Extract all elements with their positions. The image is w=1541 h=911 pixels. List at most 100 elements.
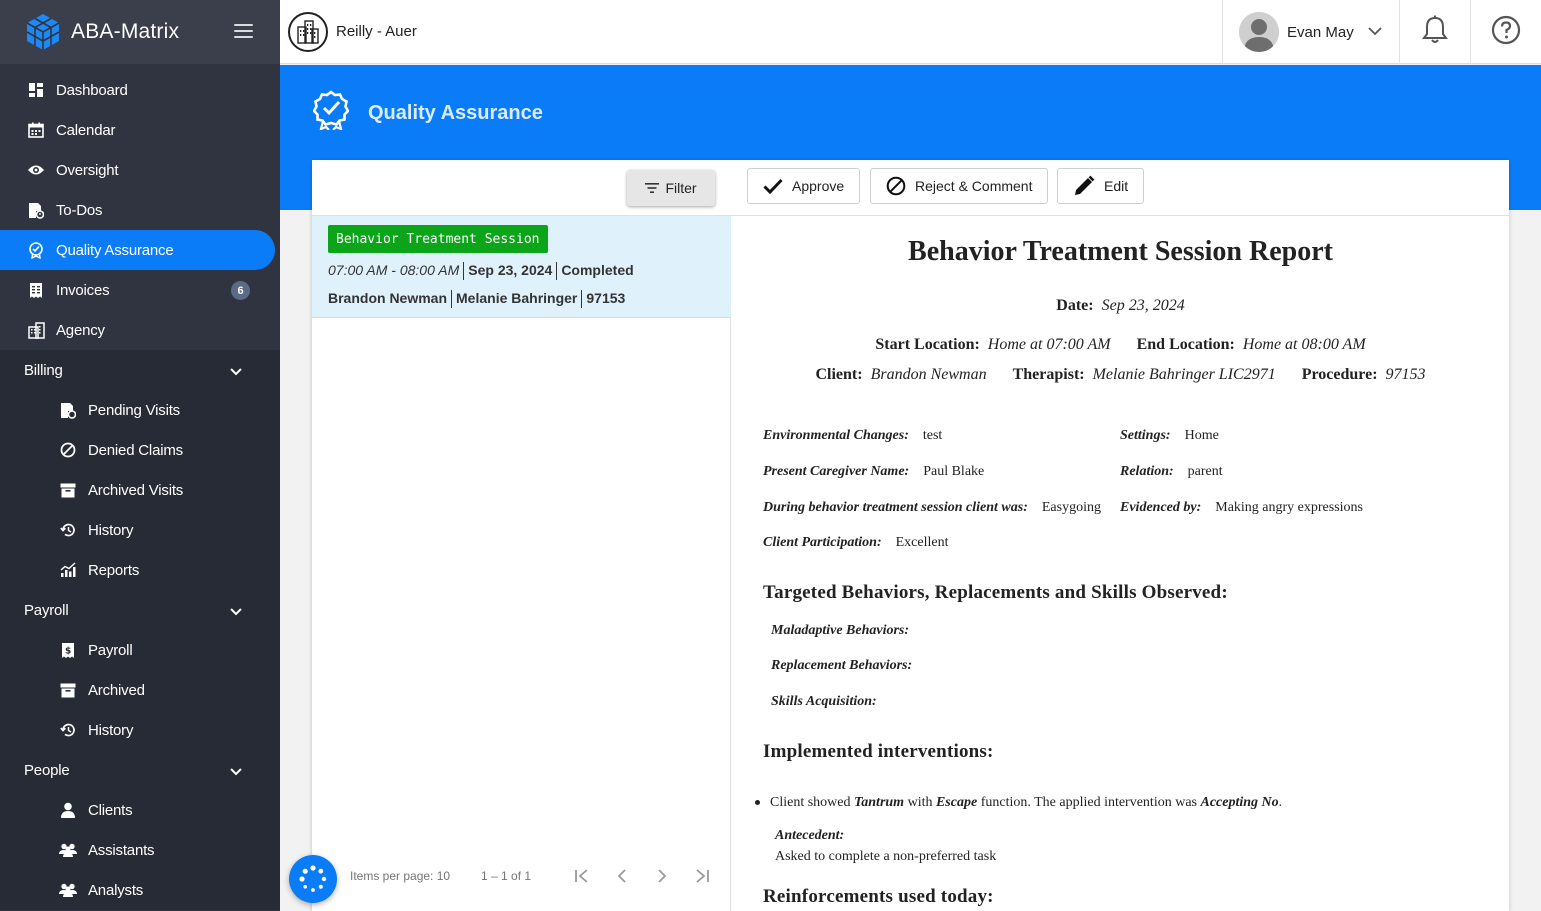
qa-panel: Filter Approve Reject & Comment Edit Beh… (312, 160, 1509, 911)
nav-label: To-Dos (56, 201, 103, 219)
nav-clients[interactable]: Clients (0, 790, 280, 830)
last-page-icon[interactable] (691, 865, 713, 887)
nav-label: Pending Visits (88, 401, 180, 419)
nav-assistants[interactable]: Assistants (0, 830, 280, 870)
antecedent-label: Antecedent: (775, 828, 845, 843)
environment-field: Environmental Changes: test (763, 428, 942, 444)
nav-payroll-history[interactable]: History (0, 710, 280, 750)
help-button[interactable] (1471, 0, 1541, 64)
nav-analysts[interactable]: Analysts (0, 870, 280, 910)
list-item[interactable]: Behavior Treatment Session 07:00 AM - 08… (312, 216, 731, 318)
topbar: Reilly - Auer Evan May (280, 0, 1541, 64)
first-page-icon[interactable] (571, 865, 593, 887)
menu-toggle-icon[interactable] (234, 24, 253, 38)
nav-label: Calendar (56, 121, 116, 139)
calendar-icon (26, 120, 46, 140)
session-list: Behavior Treatment Session 07:00 AM - 08… (312, 216, 731, 911)
nav-label: History (88, 521, 134, 539)
session-code: 97153 (586, 290, 626, 306)
nav-pending-visits[interactable]: Pending Visits (0, 390, 280, 430)
avatar (1239, 12, 1279, 52)
nav-payroll-archived[interactable]: Archived (0, 670, 280, 710)
therapist-label: Therapist: (1012, 366, 1085, 383)
approve-button[interactable]: Approve (747, 168, 861, 204)
nav-dashboard[interactable]: Dashboard (0, 70, 280, 110)
field-label: Evidenced by: (1120, 500, 1202, 515)
nav-label: Quality Assurance (56, 241, 174, 259)
intervention-name: Accepting No (1200, 795, 1279, 810)
end-location-value: Home at 08:00 AM (1242, 336, 1366, 353)
nav-denied-claims[interactable]: Denied Claims (0, 430, 280, 470)
chevron-down-icon (1368, 23, 1382, 41)
relation-field: Relation: parent (1120, 464, 1223, 480)
user-menu[interactable]: Evan May (1222, 0, 1400, 64)
nav-label: Archived (88, 681, 145, 699)
nav-todos[interactable]: To-Dos (0, 190, 280, 230)
section-people[interactable]: People (0, 750, 280, 790)
field-label: Present Caregiver Name: (763, 464, 910, 479)
bell-icon (1422, 15, 1448, 49)
section-billing[interactable]: Billing (0, 350, 280, 390)
pencil-icon (1075, 175, 1095, 195)
agency-logo-icon[interactable] (288, 12, 328, 52)
reject-comment-button[interactable]: Reject & Comment (870, 168, 1049, 204)
filter-label: Filter (665, 180, 697, 196)
pending-doc-icon (58, 400, 78, 420)
nav-label: Analysts (88, 881, 144, 899)
badge-check-icon (26, 240, 46, 260)
nav-oversight[interactable]: Oversight (0, 150, 280, 190)
client-label: Client: (815, 366, 863, 383)
section-payroll[interactable]: Payroll (0, 590, 280, 630)
section-heading: Reinforcements used today: (763, 886, 994, 907)
session-status: Completed (561, 262, 634, 278)
chevron-down-icon (230, 363, 242, 380)
nav-calendar[interactable]: Calendar (0, 110, 280, 150)
filter-button[interactable]: Filter (627, 170, 715, 206)
reports-icon (58, 560, 78, 580)
therapist-value: Melanie Bahringer LIC2971 (1092, 366, 1276, 383)
edit-button[interactable]: Edit (1057, 168, 1145, 204)
session-meta: 07:00 AM - 08:00 AM Sep 23, 2024 Completed (328, 262, 634, 281)
paginator: Items per page: 10 1 – 1 of 1 (312, 856, 731, 896)
nav-label: Dashboard (56, 81, 128, 99)
section-heading: Targeted Behaviors, Replacements and Ski… (763, 582, 1228, 603)
agency-name[interactable]: Reilly - Auer (336, 23, 417, 40)
block-icon (886, 176, 906, 196)
sidebar: ABA-Matrix Dashboard Calendar Oversight … (0, 0, 280, 911)
nav-payroll[interactable]: $ Payroll (0, 630, 280, 670)
person-icon (58, 800, 78, 820)
nav-agency[interactable]: Agency (0, 310, 280, 350)
chevron-down-icon (230, 763, 242, 780)
help-icon (1491, 15, 1521, 50)
report-title: Behavior Treatment Session Report (908, 236, 1333, 267)
next-page-icon[interactable] (651, 865, 673, 887)
nav-invoices[interactable]: Invoices 6 (0, 270, 280, 310)
nav-quality-assurance[interactable]: Quality Assurance (0, 230, 275, 270)
settings-field: Settings: Home (1120, 428, 1219, 444)
eye-icon (26, 160, 46, 180)
history-icon (58, 720, 78, 740)
loading-fab[interactable] (289, 855, 337, 903)
notifications-button[interactable] (1400, 0, 1471, 64)
intervention-item: Client showed Tantrum with Escape functi… (755, 795, 1282, 811)
date-value: Sep 23, 2024 (1101, 297, 1185, 314)
nav-archived-visits[interactable]: Archived Visits (0, 470, 280, 510)
nav-sections: Billing Pending Visits Denied Claims Arc… (0, 350, 280, 910)
prev-page-icon[interactable] (611, 865, 633, 887)
nav-billing-history[interactable]: History (0, 510, 280, 550)
nav-reports[interactable]: Reports (0, 550, 280, 590)
archive-icon (58, 680, 78, 700)
procedure-label: Procedure: (1301, 366, 1378, 383)
session-date: Sep 23, 2024 (468, 262, 553, 278)
items-per-page[interactable]: Items per page: 10 (350, 869, 450, 883)
maladaptive-label: Maladaptive Behaviors: (771, 623, 910, 638)
section-label: People (24, 761, 70, 779)
reject-label: Reject & Comment (915, 178, 1033, 194)
chevron-down-icon (230, 603, 242, 620)
approve-label: Approve (792, 178, 845, 194)
history-icon (58, 520, 78, 540)
report-date-row: Date: Sep 23, 2024 (732, 297, 1509, 315)
brand: ABA-Matrix (0, 0, 280, 64)
field-label: During behavior treatment session client… (763, 500, 1028, 515)
nav-label: Invoices (56, 281, 110, 299)
